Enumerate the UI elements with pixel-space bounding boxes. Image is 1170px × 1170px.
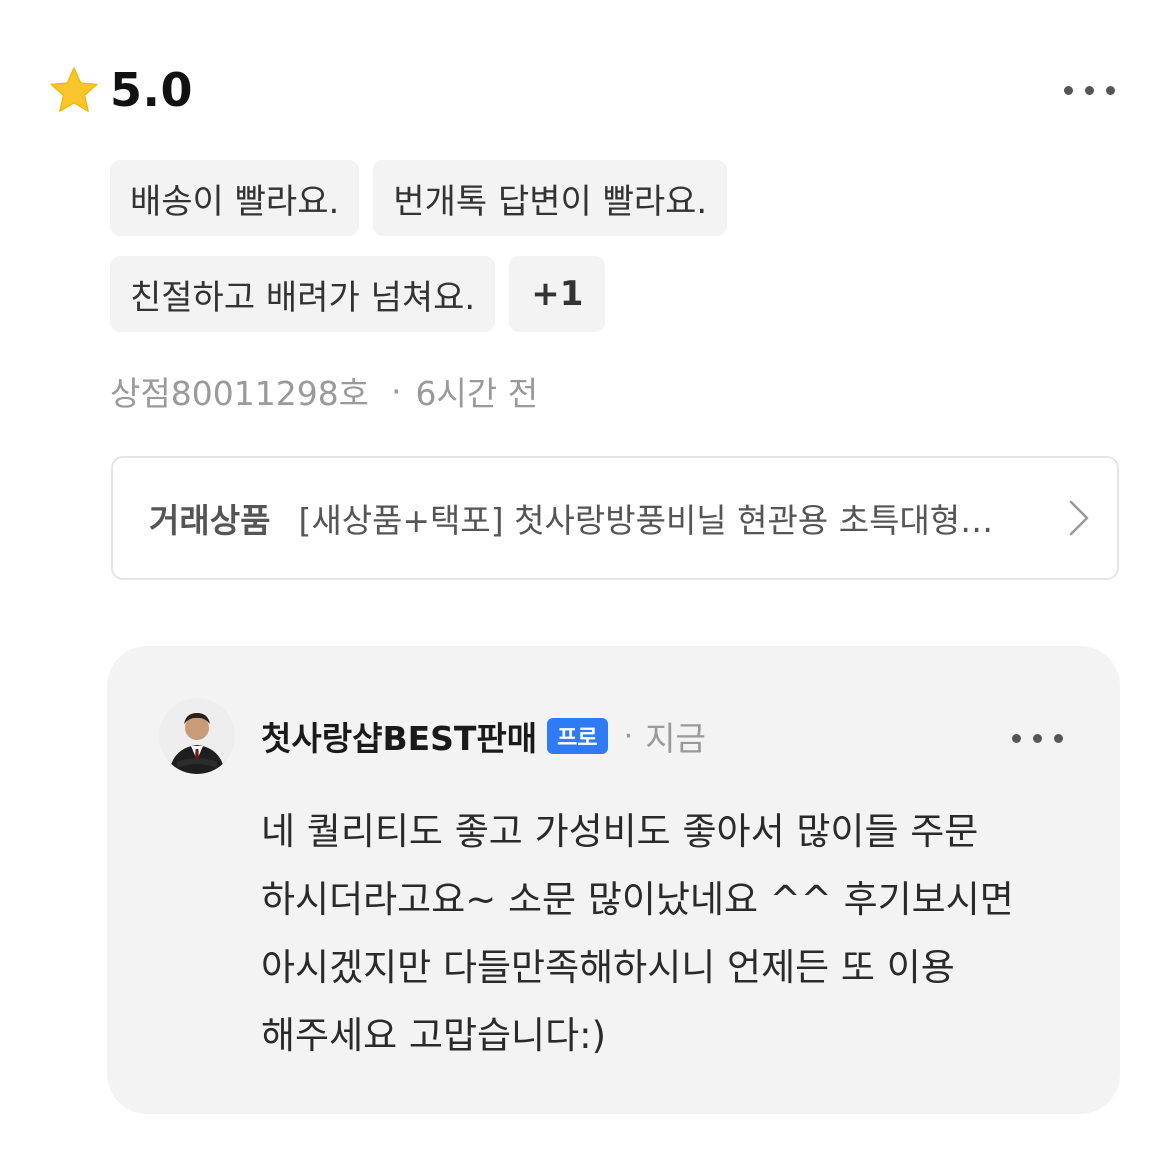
review-tags-row-2: 친절하고 배려가 넘쳐요. +1 bbox=[110, 256, 606, 332]
more-dots-icon bbox=[1105, 85, 1115, 95]
pro-badge: 프로 bbox=[547, 718, 608, 754]
reply-text: 네 퀄리티도 좋고 가성비도 좋아서 많이들 주문 하시더라고요~ 소문 많이났… bbox=[261, 810, 1014, 1057]
chevron-right-icon bbox=[1069, 500, 1089, 536]
review-tag: 배송이 빨라요. bbox=[110, 160, 360, 236]
review-tag: 친절하고 배려가 넘쳐요. bbox=[110, 256, 496, 332]
star-icon bbox=[50, 67, 98, 112]
seller-name[interactable]: 첫사랑샵BEST판매 bbox=[261, 712, 537, 760]
reviewer-name[interactable]: 상점80011298호 bbox=[110, 367, 369, 415]
product-label: 거래상품 bbox=[149, 501, 271, 540]
more-dots-icon bbox=[1011, 733, 1021, 743]
review-time: 6시간 전 bbox=[415, 374, 539, 413]
rating: 5.0 bbox=[48, 58, 193, 122]
reply-time: 지금 bbox=[645, 719, 706, 758]
rating-score: 5.0 bbox=[110, 63, 193, 117]
reply-more-options-button[interactable] bbox=[1000, 722, 1074, 754]
more-dots-icon bbox=[1032, 733, 1042, 743]
product-name: [새상품+택포] 첫사랑방풍비닐 현관용 초특대형… bbox=[298, 501, 994, 540]
review-tag: 번개톡 답변이 빨라요. bbox=[373, 160, 728, 236]
seller-reply: 첫사랑샵BEST판매 프로 · 지금 네 퀄리티도 좋고 가성비도 좋아서 많이… bbox=[107, 646, 1120, 1114]
more-options-button[interactable] bbox=[1052, 74, 1126, 106]
more-dots-icon bbox=[1063, 85, 1073, 95]
avatar[interactable] bbox=[159, 698, 235, 774]
product-link[interactable]: 거래상품 [새상품+택포] 첫사랑방풍비닐 현관용 초특대형… bbox=[111, 456, 1119, 580]
review-meta: 상점80011298호 · 6시간 전 bbox=[110, 364, 538, 418]
reply-header: 첫사랑샵BEST판매 프로 · 지금 bbox=[261, 710, 706, 762]
more-dots-icon bbox=[1084, 85, 1094, 95]
reply-separator: · bbox=[623, 718, 634, 754]
review-tags-row-1: 배송이 빨라요. 번개톡 답변이 빨라요. bbox=[110, 160, 728, 236]
more-dots-icon bbox=[1053, 733, 1063, 743]
more-tags-button[interactable]: +1 bbox=[509, 256, 606, 332]
meta-separator: · bbox=[391, 371, 402, 411]
